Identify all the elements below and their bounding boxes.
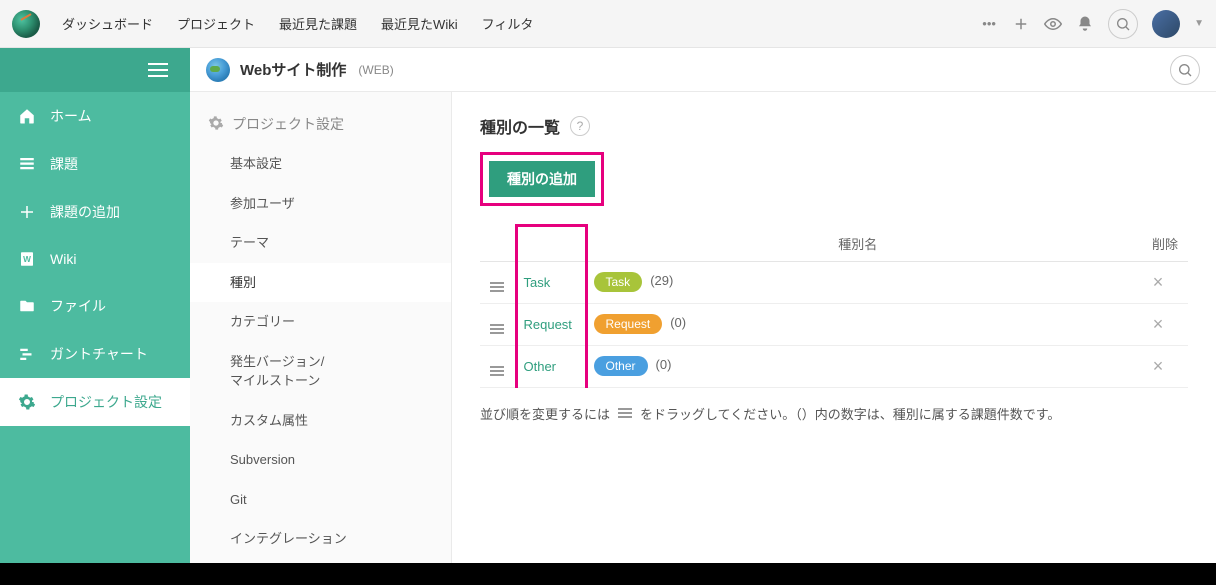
search-icon[interactable] [1108,9,1138,39]
settings-item-version[interactable]: 発生バージョン/ マイルストーン [190,342,451,401]
add-issuetype-button[interactable]: 種別の追加 [489,161,595,197]
gantt-icon [18,345,36,363]
hint-text: 並び順を変更するには をドラッグしてください。（）内の数字は、種別に属する課題件… [480,404,1188,423]
folder-icon [18,297,36,315]
project-search-icon[interactable] [1170,55,1200,85]
add-button-highlight: 種別の追加 [480,152,604,206]
settings-sidebar: プロジェクト設定 基本設定 参加ユーザ テーマ 種別 カテゴリー 発生バージョン… [190,92,452,563]
settings-item-custom[interactable]: カスタム属性 [190,401,451,441]
sidebar-item-label: ファイル [50,296,106,316]
settings-item-theme[interactable]: テーマ [190,223,451,263]
topbar: ダッシュボード プロジェクト 最近見た課題 最近見たWiki フィルタ ••• … [0,0,1216,48]
sidebar-item-files[interactable]: ファイル [0,282,190,330]
bell-icon[interactable] [1076,15,1094,33]
issuetype-link[interactable]: Other [524,359,557,374]
topnav-filter[interactable]: フィルタ [472,8,544,39]
topnav-recent-wiki[interactable]: 最近見たWiki [371,8,468,39]
settings-item-integration[interactable]: インテグレーション [190,519,451,559]
globe-icon [206,58,230,82]
sidebar-item-project-settings[interactable]: プロジェクト設定 [0,378,190,426]
project-title: Webサイト制作 [240,59,346,80]
drag-handle-icon[interactable] [490,282,504,292]
sidebar-item-home[interactable]: ホーム [0,92,190,140]
plus-icon[interactable] [1012,15,1030,33]
chevron-down-icon[interactable]: ▼ [1194,18,1204,29]
settings-item-git[interactable]: Git [190,480,451,520]
drag-handle-icon [618,408,632,418]
gear-icon [18,393,36,411]
more-icon[interactable]: ••• [980,15,998,33]
hamburger-icon [148,63,168,77]
topnav-projects[interactable]: プロジェクト [167,8,265,39]
table-row: Request Request (0) × [480,303,1188,345]
sidebar-item-label: ガントチャート [50,344,148,364]
settings-item-users[interactable]: 参加ユーザ [190,184,451,224]
issuetype-count: (0) [656,357,672,372]
settings-heading-label: プロジェクト設定 [232,114,344,134]
avatar[interactable] [1152,10,1180,38]
delete-button[interactable]: × [1128,303,1188,345]
column-name: 種別名 [586,226,1128,262]
sidebar-item-label: Wiki [50,251,76,267]
app-logo[interactable] [12,10,40,38]
issuetype-link[interactable]: Request [524,317,572,332]
drag-handle-icon[interactable] [490,324,504,334]
delete-button[interactable]: × [1128,261,1188,303]
wiki-icon: W [18,250,36,268]
svg-text:W: W [23,255,31,264]
home-icon [18,107,36,125]
project-key: (WEB) [358,63,393,77]
sidebar-item-label: プロジェクト設定 [50,392,162,412]
gear-icon [208,115,224,134]
issuetype-table: 種別名 削除 TaskTask(29)×RequestRequest(0)×Ot… [480,224,1188,388]
sidebar-item-label: ホーム [50,106,92,126]
sidebar-toggle[interactable] [0,48,190,92]
issuetype-badge: Task [594,272,643,292]
settings-item-category[interactable]: カテゴリー [190,302,451,342]
topnav-dashboard[interactable]: ダッシュボード [52,8,163,39]
table-row: Task Task (29) × [480,261,1188,303]
bottom-strip [0,563,1216,585]
sidebar: ホーム 課題 課題の追加 W Wiki ファイル ガントチャート [0,48,190,563]
settings-item-issuetype[interactable]: 種別 [190,263,451,303]
column-delete: 削除 [1128,226,1188,262]
sidebar-item-gantt[interactable]: ガントチャート [0,330,190,378]
sidebar-item-label: 課題の追加 [50,202,120,222]
issuetype-link[interactable]: Task [524,275,551,290]
settings-item-basic[interactable]: 基本設定 [190,144,451,184]
help-icon[interactable]: ? [570,116,590,136]
settings-heading: プロジェクト設定 [190,104,451,144]
settings-item-svn[interactable]: Subversion [190,440,451,480]
eye-icon[interactable] [1044,15,1062,33]
issuetype-count: (0) [670,315,686,330]
project-header: Webサイト制作 (WEB) [190,48,1216,92]
page-title: 種別の一覧 [480,114,560,138]
sidebar-item-add-issue[interactable]: 課題の追加 [0,188,190,236]
drag-handle-icon[interactable] [490,366,504,376]
plus-icon [18,203,36,221]
topnav-recent-issues[interactable]: 最近見た課題 [269,8,367,39]
list-icon [18,155,36,173]
sidebar-item-wiki[interactable]: W Wiki [0,236,190,282]
content-pane: 種別の一覧 ? 種別の追加 種別名 削除 [452,92,1216,563]
sidebar-item-label: 課題 [50,154,78,174]
issuetype-count: (29) [650,273,673,288]
issuetype-badge: Other [594,356,648,376]
sidebar-item-issues[interactable]: 課題 [0,140,190,188]
table-row: Other Other (0) × [480,345,1188,387]
issuetype-badge: Request [594,314,663,334]
delete-button[interactable]: × [1128,345,1188,387]
